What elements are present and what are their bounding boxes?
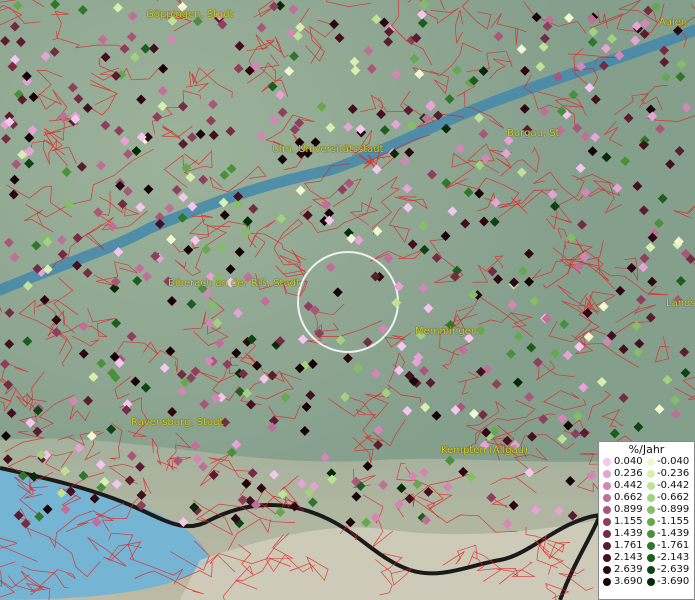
city-label-burgau[interactable]: Burgau, St <box>507 128 560 139</box>
legend-swatch-positive <box>603 530 611 538</box>
city-label-aalen[interactable]: Aalen <box>659 17 687 28</box>
city-label-biberach[interactable]: Biberach an der Riß, Stadt <box>168 278 300 289</box>
legend-swatch-positive <box>603 494 611 502</box>
legend-value-positive: 0.899 <box>614 504 643 515</box>
city-label-goeppingen[interactable]: Göppingen, Stadt <box>146 9 234 20</box>
legend-value-negative: -0.236 <box>657 468 690 479</box>
legend-value-positive: 0.236 <box>614 468 643 479</box>
city-label-landsberg[interactable]: Landsb <box>666 298 695 309</box>
legend-swatch-negative <box>647 530 655 538</box>
legend-swatch-negative <box>647 542 655 550</box>
legend-row: 2.143 -2.143 <box>599 552 694 564</box>
legend-swatch-positive <box>603 506 611 514</box>
legend-value-negative: -1.155 <box>657 516 690 527</box>
legend-row: 1.761 -1.761 <box>599 540 694 552</box>
legend-row: 0.040 -0.040 <box>599 456 694 468</box>
legend-value-positive: 0.040 <box>614 456 643 467</box>
city-label-ulm[interactable]: Ulm, Universitätsstadt <box>272 144 384 155</box>
legend-swatch-negative <box>647 458 655 466</box>
legend-row: 3.690 -3.690 <box>599 576 694 588</box>
legend-swatch-positive <box>603 482 611 490</box>
map-view[interactable]: Göppingen, Stadt Aalen Ulm, Universitäts… <box>0 0 695 600</box>
legend-value-negative: -0.899 <box>657 504 690 515</box>
legend-value-positive: 1.761 <box>614 540 643 551</box>
legend-swatch-negative <box>647 494 655 502</box>
legend-row: 1.155 -1.155 <box>599 516 694 528</box>
city-label-memmingen[interactable]: Memmingen <box>415 326 477 337</box>
legend-row: 1.439 -1.439 <box>599 528 694 540</box>
legend-swatch-negative <box>647 554 655 562</box>
legend-swatch-positive <box>603 542 611 550</box>
legend-value-positive: 0.442 <box>614 480 643 491</box>
legend-row: 0.899 -0.899 <box>599 504 694 516</box>
legend-value-negative: -0.442 <box>657 480 690 491</box>
legend-value-positive: 0.662 <box>614 492 643 503</box>
legend-title: %/Jahr <box>628 443 665 456</box>
legend-swatch-negative <box>647 470 655 478</box>
legend-value-negative: -0.040 <box>657 456 690 467</box>
legend-value-negative: -3.690 <box>657 576 690 587</box>
legend-value-negative: -1.439 <box>657 528 690 539</box>
legend-value-positive: 1.155 <box>614 516 643 527</box>
basemap <box>0 0 695 600</box>
legend-rows: 0.040 -0.040 0.236 -0.236 0.442 -0.442 0.662 -0… <box>599 456 694 588</box>
legend-swatch-positive <box>603 470 611 478</box>
legend-value-negative: -2.143 <box>657 552 690 563</box>
legend-value-negative: -2.639 <box>657 564 690 575</box>
legend-value-positive: 1.439 <box>614 528 643 539</box>
legend-swatch-negative <box>647 566 655 574</box>
legend-swatch-positive <box>603 458 611 466</box>
legend-value-negative: -1.761 <box>657 540 690 551</box>
legend-swatch-positive <box>603 578 611 586</box>
legend-row: 0.236 -0.236 <box>599 468 694 480</box>
legend-value-negative: -0.662 <box>657 492 690 503</box>
legend-swatch-negative <box>647 518 655 526</box>
legend-value-positive: 2.143 <box>614 552 643 563</box>
legend-swatch-negative <box>647 506 655 514</box>
legend-value-positive: 2.639 <box>614 564 643 575</box>
city-label-kempten[interactable]: Kempten (Allgäu) <box>441 445 528 456</box>
legend-row: 0.442 -0.442 <box>599 480 694 492</box>
legend: %/Jahr 0.040 -0.040 0.236 -0.236 0.442 -0.442… <box>598 441 695 600</box>
legend-swatch-negative <box>647 578 655 586</box>
legend-swatch-negative <box>647 482 655 490</box>
city-label-ravensburg[interactable]: Ravensburg, Stadt <box>131 417 223 428</box>
legend-swatch-positive <box>603 566 611 574</box>
legend-value-positive: 3.690 <box>614 576 643 587</box>
legend-row: 2.639 -2.639 <box>599 564 694 576</box>
legend-row: 0.662 -0.662 <box>599 492 694 504</box>
legend-swatch-positive <box>603 518 611 526</box>
legend-swatch-positive <box>603 554 611 562</box>
